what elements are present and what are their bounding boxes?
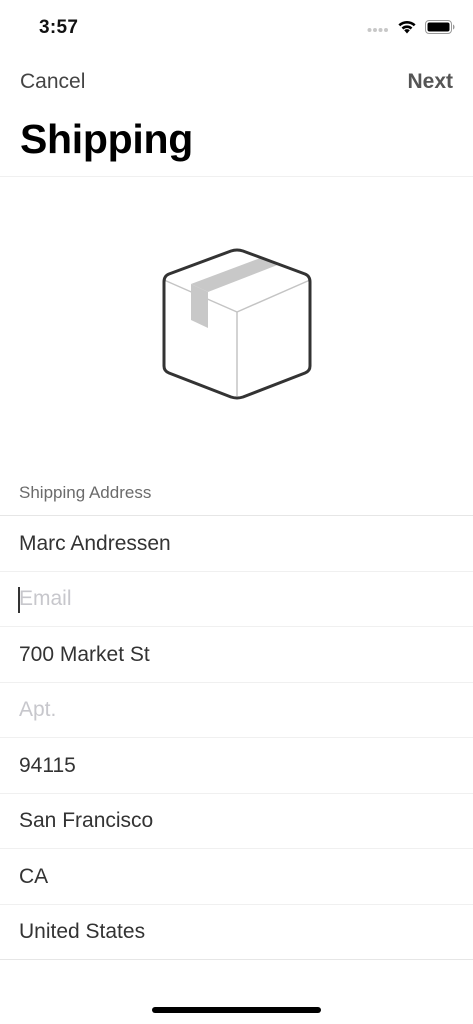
home-indicator[interactable] [152, 1007, 321, 1013]
shipping-address-form [0, 515, 473, 960]
status-indicators [367, 18, 455, 40]
title-divider [0, 176, 473, 177]
name-field[interactable] [19, 516, 449, 571]
cellular-dots-icon [367, 20, 389, 38]
state-field[interactable] [19, 849, 449, 904]
battery-icon [425, 19, 455, 39]
zip-field[interactable] [19, 738, 449, 793]
country-field[interactable] [19, 904, 449, 960]
apt-field[interactable] [19, 682, 449, 738]
form-row-city [0, 793, 473, 849]
wifi-icon [397, 19, 417, 39]
form-row-name [0, 516, 473, 572]
page-title: Shipping [20, 116, 193, 162]
package-box-icon [157, 244, 317, 404]
form-row-state [0, 849, 473, 905]
city-field[interactable] [19, 793, 449, 849]
form-row-apt [0, 682, 473, 738]
status-bar: 3:57 [0, 0, 473, 56]
next-button[interactable]: Next [407, 70, 453, 94]
navigation-bar: Cancel Next [0, 56, 473, 112]
email-field[interactable] [19, 571, 449, 627]
cancel-button[interactable]: Cancel [20, 70, 85, 94]
shipping-address-section-label: Shipping Address [19, 483, 152, 502]
status-time: 3:57 [39, 17, 79, 38]
form-row-email [0, 571, 473, 627]
form-row-zip [0, 738, 473, 794]
form-row-address [0, 627, 473, 683]
address-line1-field[interactable] [19, 627, 449, 682]
form-row-country [0, 904, 473, 960]
